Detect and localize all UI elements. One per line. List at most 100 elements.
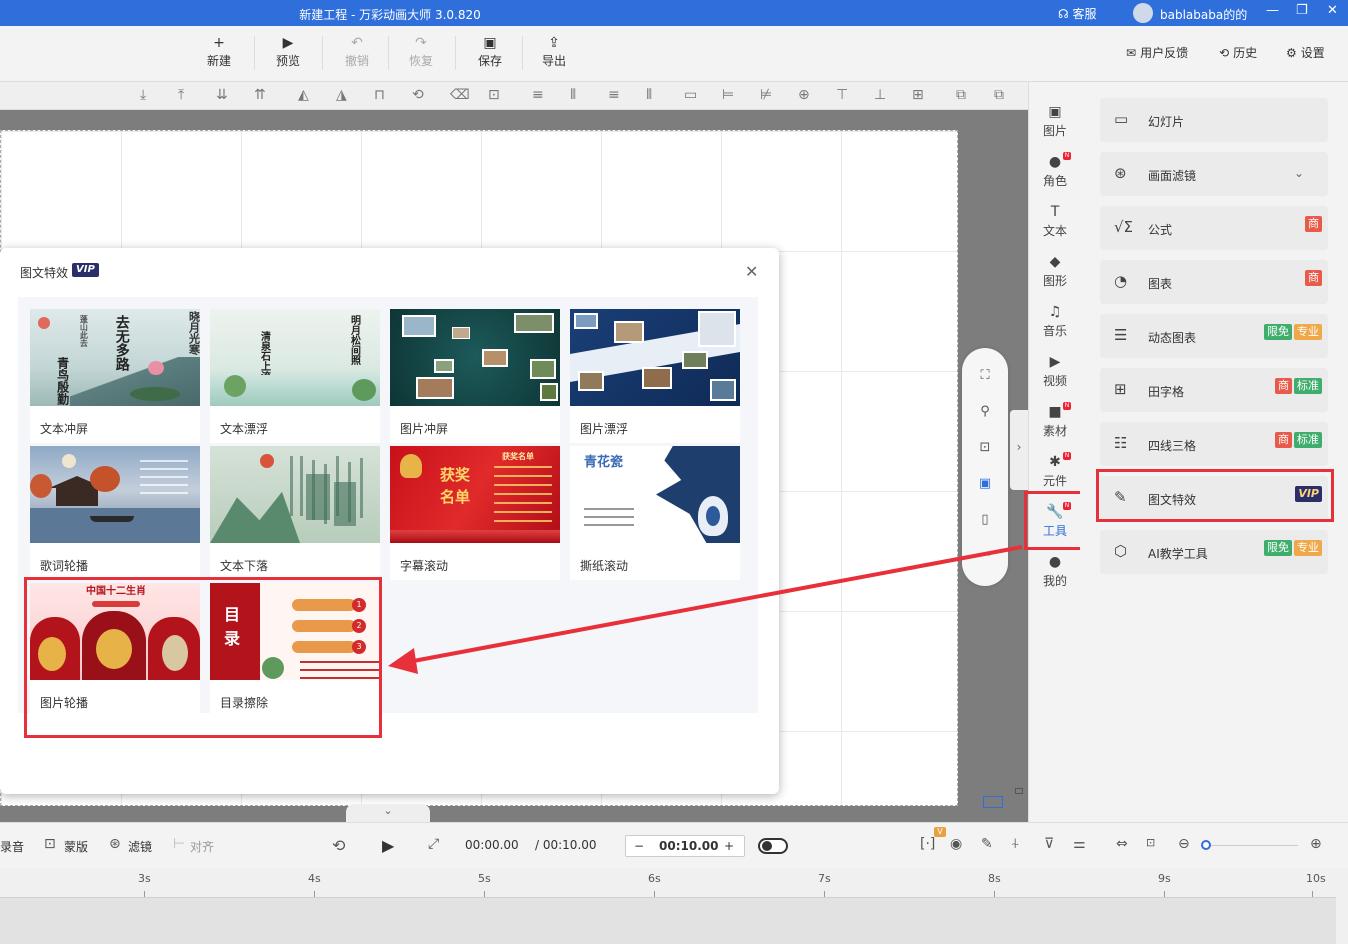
phone-icon[interactable]: ▯ (977, 512, 993, 527)
tool-formula[interactable]: √Σ 公式 商 (1100, 206, 1328, 250)
close-icon[interactable]: ✕ (745, 262, 758, 281)
desktop-icon[interactable]: ▣ (977, 476, 993, 491)
close-window-button[interactable]: ✕ (1327, 3, 1338, 18)
sidebar-item-music[interactable]: ♫ 音乐 (1029, 304, 1081, 339)
restore-button[interactable]: ❐ (1296, 3, 1308, 18)
zoom-slider-track[interactable] (1206, 845, 1298, 846)
align-tool-icon[interactable]: ▭ (684, 87, 697, 103)
effect-card-text-fall[interactable]: 文本下落 (210, 446, 380, 580)
duration-plus-button[interactable]: + (724, 839, 734, 853)
customer-service-link[interactable]: ☊ 客服 (1058, 5, 1097, 22)
align-tool-icon[interactable]: ⇈ (254, 87, 266, 103)
export-button[interactable]: ⇪ 导出 (530, 34, 578, 69)
more-icon[interactable]: ⋯ (977, 548, 993, 563)
fit-screen-icon[interactable]: ⛶ (977, 368, 993, 383)
align-tool-icon[interactable]: ⌫ (450, 87, 470, 103)
zoom-slider-handle[interactable] (1201, 840, 1211, 850)
align-tool-icon[interactable]: ≡ (608, 87, 620, 103)
align-tool-icon[interactable]: ◭ (298, 87, 309, 103)
undo-button[interactable]: ↶ 撤销 (333, 34, 381, 69)
align-tool-icon[interactable]: ⧉ (956, 87, 966, 103)
effect-card-lyrics-carousel[interactable]: 歌词轮播 (30, 446, 200, 580)
screen-ratio-icon[interactable] (983, 796, 1003, 808)
timeline-scrollbar[interactable] (1336, 868, 1348, 944)
sliders-icon[interactable]: ⚌ (1073, 836, 1086, 852)
rotate-icon[interactable]: ⚲ (977, 404, 993, 419)
bracket-icon[interactable]: [·] (920, 836, 935, 852)
sidebar-item-mine[interactable]: ● 我的 (1029, 554, 1081, 589)
zoom-in-icon[interactable]: ⊕ (1310, 836, 1322, 852)
sidebar-item-video[interactable]: ▶ 视频 (1029, 354, 1081, 389)
mask-button[interactable]: 蒙版 (64, 838, 88, 855)
align-tool-icon[interactable]: ⊤ (836, 87, 848, 103)
tool-tian-grid[interactable]: ⊞ 田字格 标准商 (1100, 368, 1328, 412)
sidebar-item-character[interactable]: ● 角色 N (1029, 152, 1081, 189)
user-avatar[interactable] (1133, 3, 1153, 23)
align-tool-icon[interactable]: ⤒ (178, 87, 184, 103)
align-tool-icon[interactable]: ⊡ (488, 87, 500, 103)
feedback-button[interactable]: ✉ 用户反馈 (1126, 44, 1188, 61)
align-tool-icon[interactable]: ⤓ (140, 87, 146, 103)
effect-card-text-float[interactable]: 明月松间照 清泉石上流 文本漂浮 (210, 309, 380, 443)
preview-button[interactable]: ▶ 预览 (264, 34, 312, 69)
sidebar-item-component[interactable]: ✱ 元件 N (1029, 452, 1081, 489)
play-icon[interactable]: ▶ (382, 836, 394, 855)
align-tool-icon[interactable]: ⊞ (912, 87, 924, 103)
collapse-timeline-button[interactable]: ⌄ (346, 804, 430, 822)
new-button[interactable]: + 新建 (195, 34, 243, 69)
actual-size-icon[interactable]: ⊡ (1146, 836, 1155, 849)
record-button[interactable]: 录音 (0, 838, 24, 855)
unlock-icon[interactable]: ⊡ (977, 440, 993, 455)
save-button[interactable]: ▣ 保存 (466, 34, 514, 69)
minimize-button[interactable]: — (1266, 3, 1279, 18)
tool-dynamic-chart[interactable]: ☰ 动态图表 专业 限免 (1100, 314, 1328, 358)
duration-input[interactable]: 00:10.00 (659, 839, 718, 853)
sidebar-item-image[interactable]: ▣ 图片 (1029, 104, 1081, 139)
align-tool-icon[interactable]: ⊥ (874, 87, 886, 103)
align-tool-icon[interactable]: ≡ (532, 87, 544, 103)
align-tool-icon[interactable]: ⟲ (412, 87, 424, 103)
align-tool-icon[interactable]: ⊨ (722, 87, 734, 103)
tool-four-line-grid[interactable]: ☷ 四线三格 标准商 (1100, 422, 1328, 466)
sidebar-item-text[interactable]: T 文本 (1029, 204, 1081, 239)
align-tool-icon[interactable]: ⦀ (570, 87, 576, 103)
effect-card-image-rush[interactable]: 图片冲屏 (390, 309, 560, 443)
align-tool-icon[interactable]: ⊓ (374, 87, 385, 103)
effect-card-subtitle-scroll[interactable]: 获奖 名单 获奖名单 字幕滚动 (390, 446, 560, 580)
align-tool-icon[interactable]: ⦀ (646, 87, 652, 103)
redo-button[interactable]: ↷ 恢复 (397, 34, 445, 69)
settings-button[interactable]: ⚙ 设置 (1286, 44, 1325, 61)
effect-card-text-rush[interactable]: 去无多路 青鸟殷勤 蓬山此去 晓月光寒 文本冲屏 (30, 309, 200, 443)
split-icon[interactable]: ⍭ (1011, 836, 1019, 852)
history-button[interactable]: ⟲ 历史 (1219, 44, 1257, 61)
username[interactable]: bablababa的的 (1160, 6, 1247, 23)
tool-slideshow[interactable]: ▭ 幻灯片 (1100, 98, 1328, 142)
align-button[interactable]: 对齐 (190, 838, 214, 855)
camera-icon[interactable]: ◉ (950, 836, 962, 852)
fit-width-icon[interactable]: ⇔ (1116, 836, 1128, 852)
fullscreen-icon[interactable]: ⤢ (428, 836, 439, 852)
minimap-icon[interactable] (1015, 788, 1023, 794)
align-tool-icon[interactable]: ⧉ (994, 87, 1004, 103)
effect-card-image-float[interactable]: 图片漂浮 (570, 309, 740, 443)
align-tool-icon[interactable]: ⊕ (798, 87, 810, 103)
edit-icon[interactable]: ✎ (981, 836, 993, 852)
duration-stepper[interactable]: − 00:10.00 + (625, 835, 745, 857)
toggle-switch[interactable] (758, 838, 788, 854)
tool-screen-filter[interactable]: ⊛ 画面滤镜 ⌄ (1100, 152, 1328, 196)
funnel-icon[interactable]: ⊽ (1044, 836, 1054, 852)
sidebar-item-material[interactable]: ■ 素材 N (1029, 402, 1081, 439)
tool-chart[interactable]: ◔ 图表 商 (1100, 260, 1328, 304)
chevron-down-icon[interactable]: ⌄ (1294, 166, 1304, 180)
replay-icon[interactable]: ⟲ (332, 836, 345, 855)
effect-card-paper-tear-scroll[interactable]: 青花瓷 撕纸滚动 (570, 446, 740, 580)
zoom-out-icon[interactable]: ⊖ (1178, 836, 1190, 852)
tool-ai-teaching-tools[interactable]: ⬡ AI教学工具 专业 限免 (1100, 530, 1328, 574)
align-tool-icon[interactable]: ⇊ (216, 87, 228, 103)
duration-minus-button[interactable]: − (634, 839, 644, 853)
collapse-panel-button[interactable]: › (1010, 410, 1028, 490)
align-tool-icon[interactable]: ⊭ (760, 87, 772, 103)
sidebar-item-shape[interactable]: ◆ 图形 (1029, 254, 1081, 289)
align-tool-icon[interactable]: ◮ (336, 87, 347, 103)
timeline-track[interactable] (0, 898, 1336, 944)
